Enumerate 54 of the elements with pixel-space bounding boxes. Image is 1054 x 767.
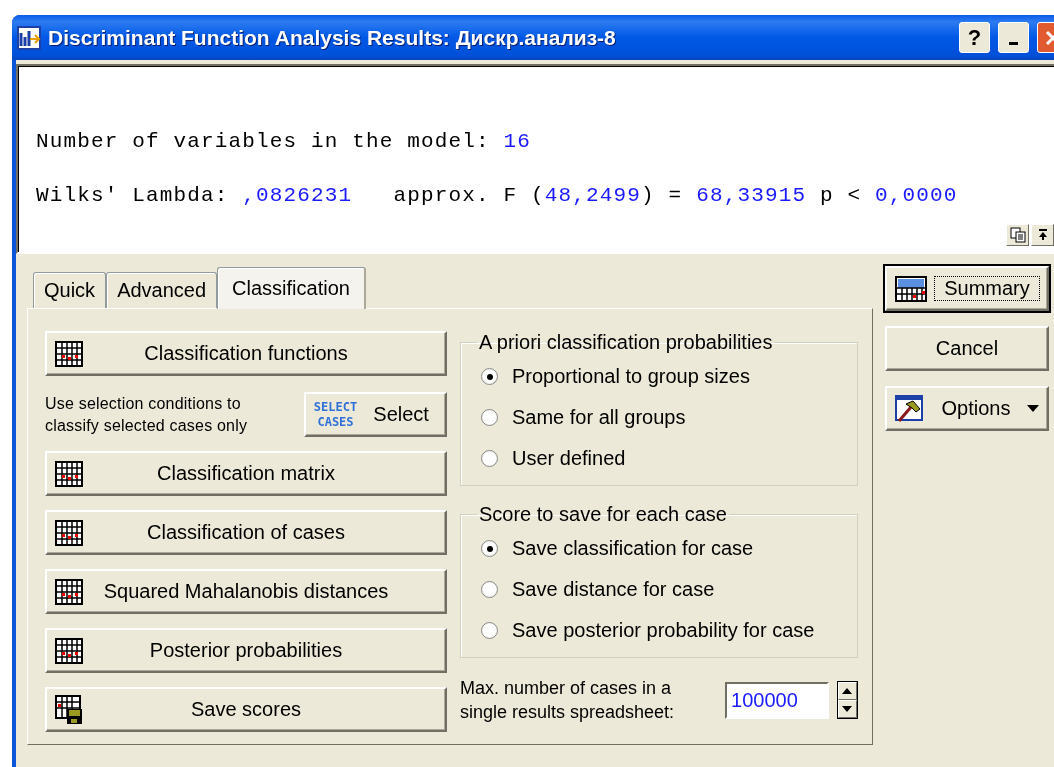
classification-button[interactable]: Classification functions — [45, 331, 447, 376]
radio-button[interactable] — [481, 368, 498, 385]
tab[interactable]: Advanced — [106, 272, 218, 308]
collapse-button[interactable] — [1031, 224, 1054, 246]
table-icon — [55, 519, 83, 546]
minimize-icon — [1009, 42, 1018, 45]
cancel-button[interactable]: Cancel — [885, 326, 1049, 371]
radio-button[interactable] — [481, 540, 498, 557]
classification-button[interactable]: Squared Mahalanobis distances — [45, 569, 447, 614]
group-title: A priori classification probabilities — [478, 331, 774, 354]
hammer-window-icon — [895, 394, 925, 423]
radio-button[interactable] — [481, 622, 498, 639]
radio-option[interactable]: Save distance for case — [481, 569, 715, 610]
radio-option[interactable]: Save posterior probability for case — [481, 610, 815, 651]
spin-buttons[interactable] — [836, 681, 858, 719]
result-line: Number of variables in the model: 16 — [36, 132, 533, 152]
radio-button[interactable] — [481, 450, 498, 467]
caret-icon — [1027, 404, 1039, 413]
summary-table-icon — [895, 275, 927, 302]
table-icon — [55, 578, 83, 605]
table-save-icon — [55, 694, 83, 725]
down-arrow-icon — [841, 705, 854, 713]
radio-option[interactable]: Save classification for case — [481, 528, 754, 569]
select-button[interactable]: SELECT CASES Select — [303, 392, 447, 437]
collapse-icon — [1036, 229, 1049, 241]
classification-button[interactable]: Classification of cases — [45, 510, 447, 555]
max-cases-field[interactable]: 100000 — [725, 681, 829, 719]
table-icon — [55, 340, 83, 367]
help-button[interactable]: ? — [959, 22, 990, 53]
table-icon — [55, 637, 83, 664]
radio-button[interactable] — [481, 409, 498, 426]
options-button[interactable]: Options — [885, 386, 1049, 431]
minimize-button[interactable] — [998, 22, 1029, 53]
radio-button[interactable] — [481, 581, 498, 598]
classification-button[interactable]: Classification matrix — [45, 451, 447, 496]
copy-button[interactable] — [1006, 224, 1029, 246]
radio-option[interactable]: Same for all groups — [481, 397, 686, 438]
save-scores-button[interactable]: Save scores — [45, 687, 447, 732]
selection-note: Use selection conditions to classify selected cases only — [45, 393, 249, 436]
window-title: Discriminant Function Analysis Results: Дискр.анализ-8 — [48, 25, 617, 50]
app-icon — [16, 24, 42, 51]
max-cases-label: Max. number of cases in a single results spreadsheet: — [460, 677, 676, 724]
table-icon — [55, 460, 83, 487]
classification-button[interactable]: Posterior probabilities — [45, 628, 447, 673]
tab[interactable]: Classification — [217, 267, 366, 309]
up-arrow-icon — [841, 687, 854, 695]
radio-option[interactable]: Proportional to group sizes — [481, 356, 750, 397]
select-cases-icon: SELECT CASES — [313, 399, 358, 430]
copy-icon — [1009, 227, 1026, 243]
tab[interactable]: Quick — [33, 272, 107, 308]
radio-option[interactable]: User defined — [481, 438, 626, 479]
group-title: Score to save for each case — [478, 503, 728, 526]
result-line: Wilks' Lambda: ,0826231 approx. F (48,2499) = 68,33915 p < 0,0000 — [36, 186, 959, 206]
summary-button[interactable]: Summary — [885, 266, 1049, 311]
